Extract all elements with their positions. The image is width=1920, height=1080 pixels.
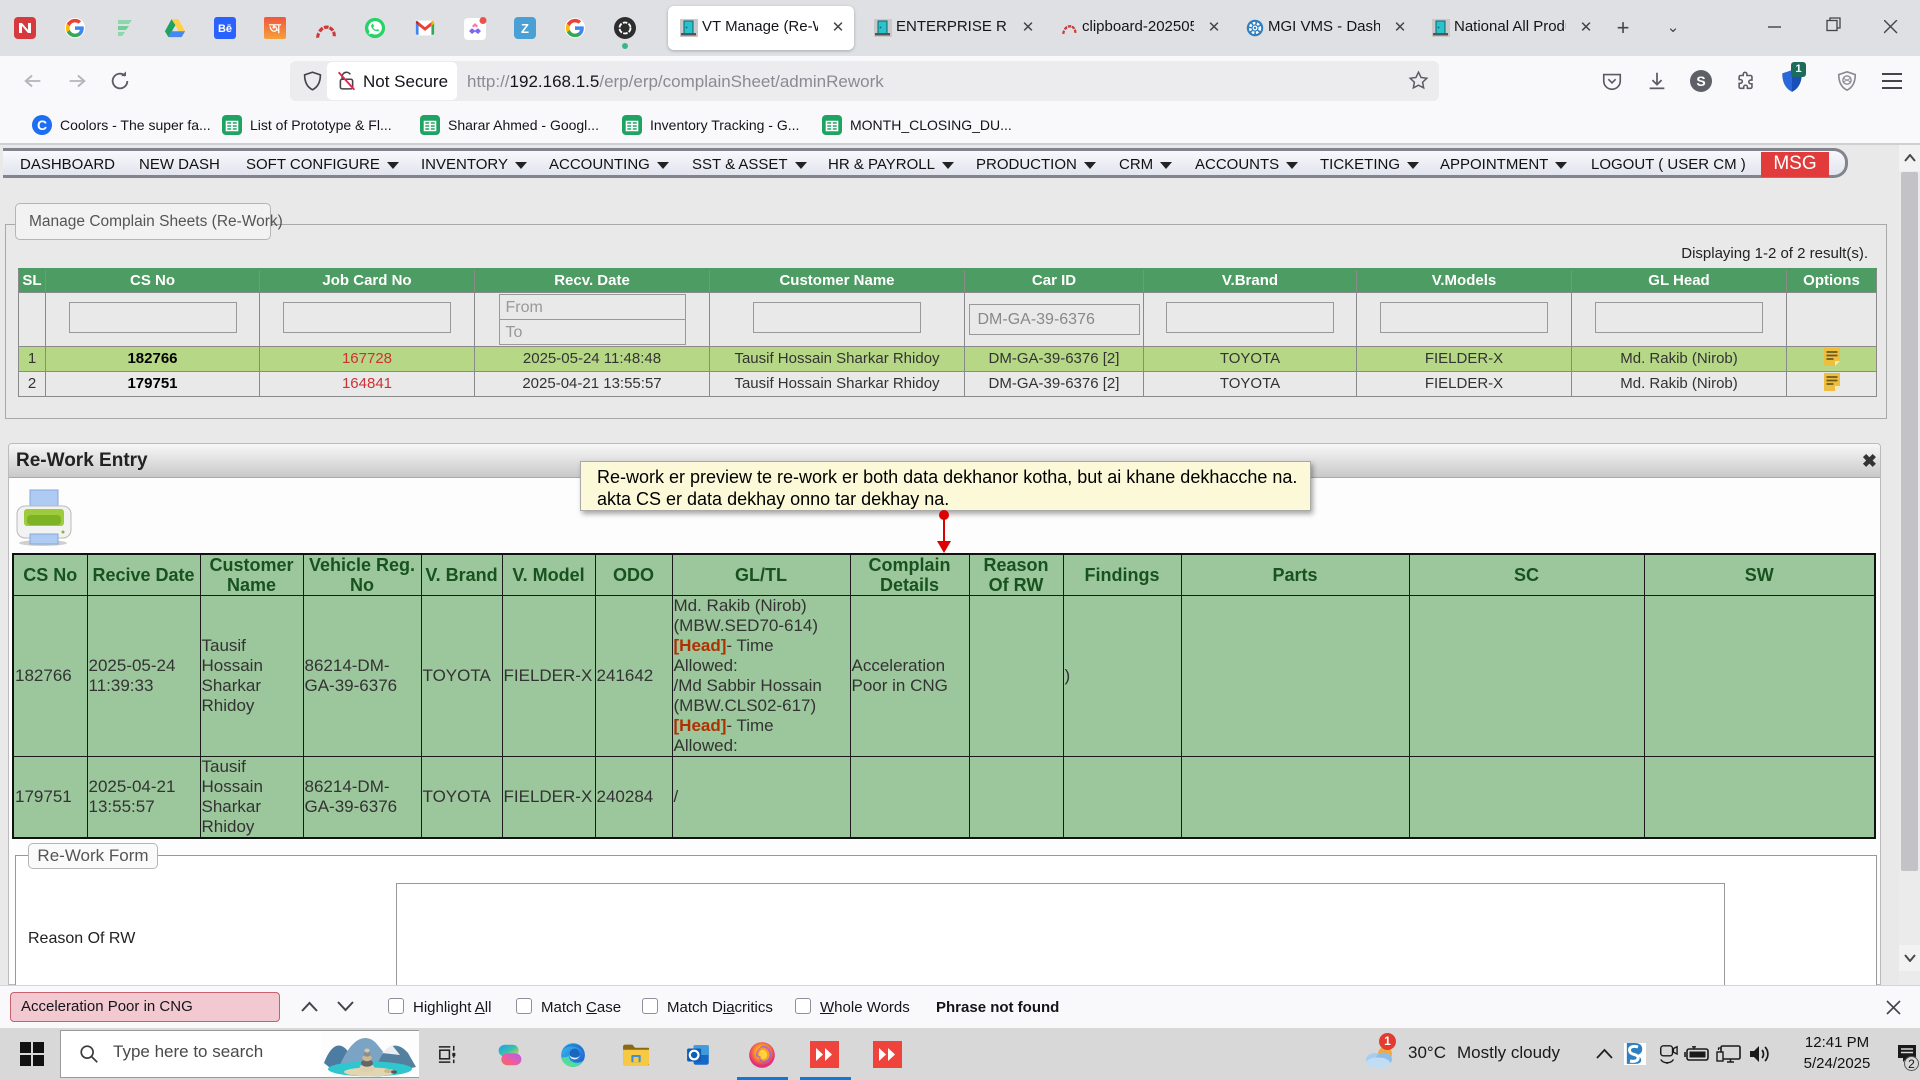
- svg-text:অ: অ: [268, 21, 281, 36]
- svg-text:Z: Z: [521, 21, 529, 36]
- svg-text:Bē: Bē: [218, 23, 232, 35]
